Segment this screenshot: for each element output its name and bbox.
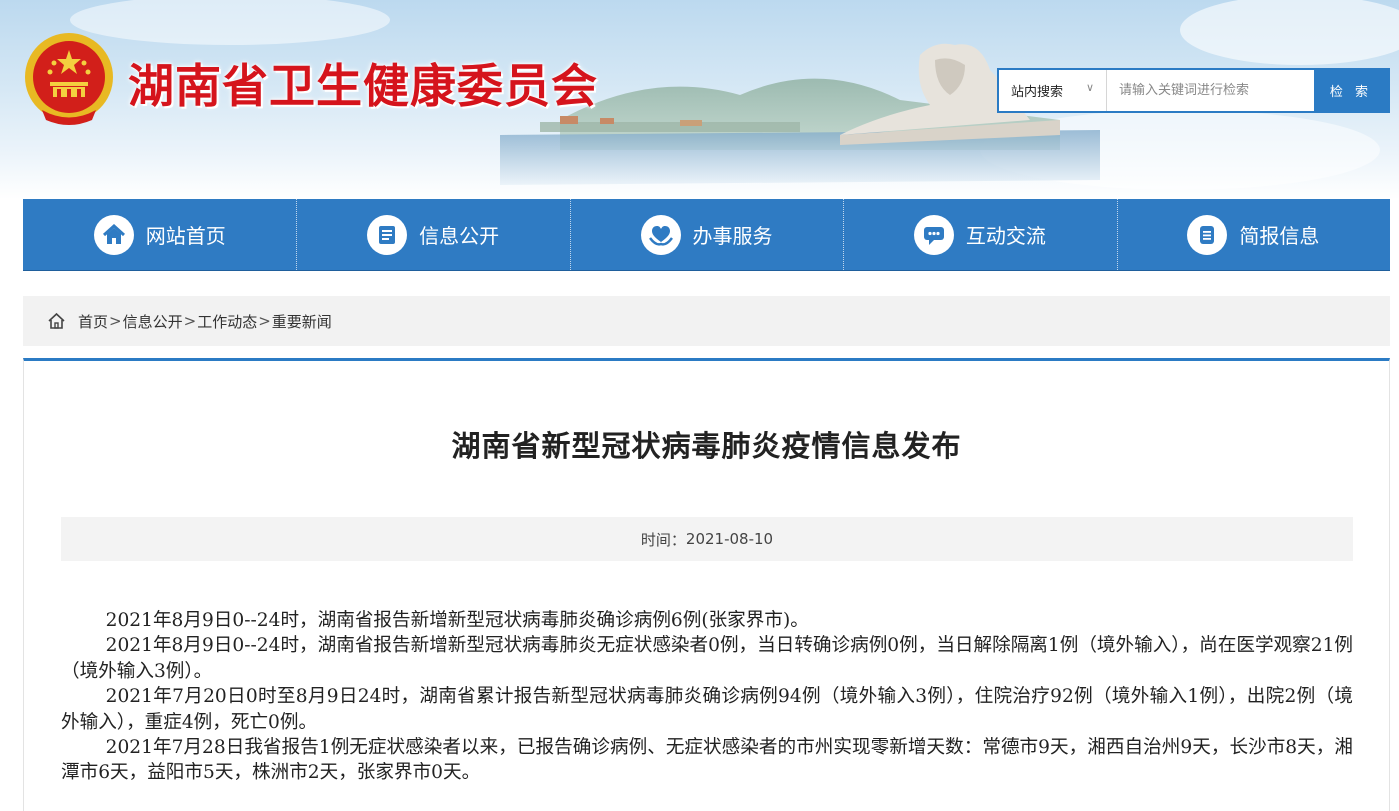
main-nav: 网站首页 信息公开 办事服务 互动交流 简报信息 [23, 199, 1390, 271]
nav-item-label: 信息公开 [419, 224, 500, 248]
site-title: 湖南省卫生健康委员会 [128, 59, 598, 113]
search-scope-label: 站内搜索 [1011, 85, 1064, 100]
breadcrumb: 首页 > 信息公开 > 工作动态 > 重要新闻 [23, 296, 1390, 346]
search-button[interactable]: 检 索 [1314, 70, 1388, 111]
house-icon [93, 214, 134, 255]
article-paragraph: 2021年7月28日我省报告1例无症状感染者以来，已报告确诊病例、无症状感染者的… [61, 737, 1353, 784]
home-icon [47, 312, 66, 330]
article-paragraph: 2021年8月9日0--24时，湖南省报告新增新型冠状病毒肺炎无症状感染者0例，… [61, 635, 1353, 682]
heart-hands-icon [640, 214, 681, 255]
article-paragraph: 2021年8月9日0--24时，湖南省报告新增新型冠状病毒肺炎确诊病例6例(张家… [105, 610, 809, 631]
report-icon [1187, 214, 1228, 255]
nav-item-label: 网站首页 [145, 224, 226, 248]
breadcrumb-info-public[interactable]: 信息公开 [123, 311, 183, 332]
document-list-icon [367, 214, 408, 255]
breadcrumb-home[interactable]: 首页 [78, 311, 108, 332]
breadcrumb-work-news[interactable]: 工作动态 [197, 311, 257, 332]
article-paragraph: 2021年7月20日0时至8月9日24时，湖南省累计报告新型冠状病毒肺炎确诊病例… [61, 686, 1353, 733]
nav-item-briefing[interactable]: 简报信息 [1116, 199, 1390, 270]
article-content: 2021年8月9日0--24时，湖南省报告新增新型冠状病毒肺炎确诊病例6例(张家… [61, 608, 1353, 786]
search-scope-select[interactable]: 站内搜索 ∨ [999, 70, 1107, 111]
chat-bubble-icon [913, 214, 954, 255]
article-title: 湖南省新型冠状病毒肺炎疫情信息发布 [451, 429, 962, 463]
article: 湖南省新型冠状病毒肺炎疫情信息发布 时间： 2021-08-10 2021年8月… [23, 358, 1390, 811]
search-box: 站内搜索 ∨ 检 索 [997, 68, 1390, 113]
publish-time-value: 2021-08-10 [685, 530, 774, 548]
breadcrumb-separator: > [183, 312, 197, 330]
nav-item-info-public[interactable]: 信息公开 [296, 199, 569, 270]
header-banner: 湖南省卫生健康委员会 站内搜索 ∨ 检 索 [0, 0, 1399, 199]
nav-item-label: 互动交流 [965, 224, 1046, 248]
nav-item-services[interactable]: 办事服务 [569, 199, 843, 270]
nav-item-home[interactable]: 网站首页 [23, 199, 296, 270]
national-emblem-icon [25, 33, 113, 125]
search-input[interactable] [1107, 70, 1314, 111]
breadcrumb-separator: > [109, 312, 122, 330]
chevron-down-icon: ∨ [1085, 81, 1094, 94]
breadcrumb-separator: > [258, 312, 271, 330]
nav-item-interaction[interactable]: 互动交流 [843, 199, 1116, 270]
breadcrumb-important-news[interactable]: 重要新闻 [272, 311, 332, 332]
article-meta: 时间： 2021-08-10 [61, 517, 1353, 561]
nav-item-label: 简报信息 [1239, 224, 1320, 248]
publish-time-label: 时间： [640, 530, 686, 549]
nav-item-label: 办事服务 [692, 224, 773, 248]
